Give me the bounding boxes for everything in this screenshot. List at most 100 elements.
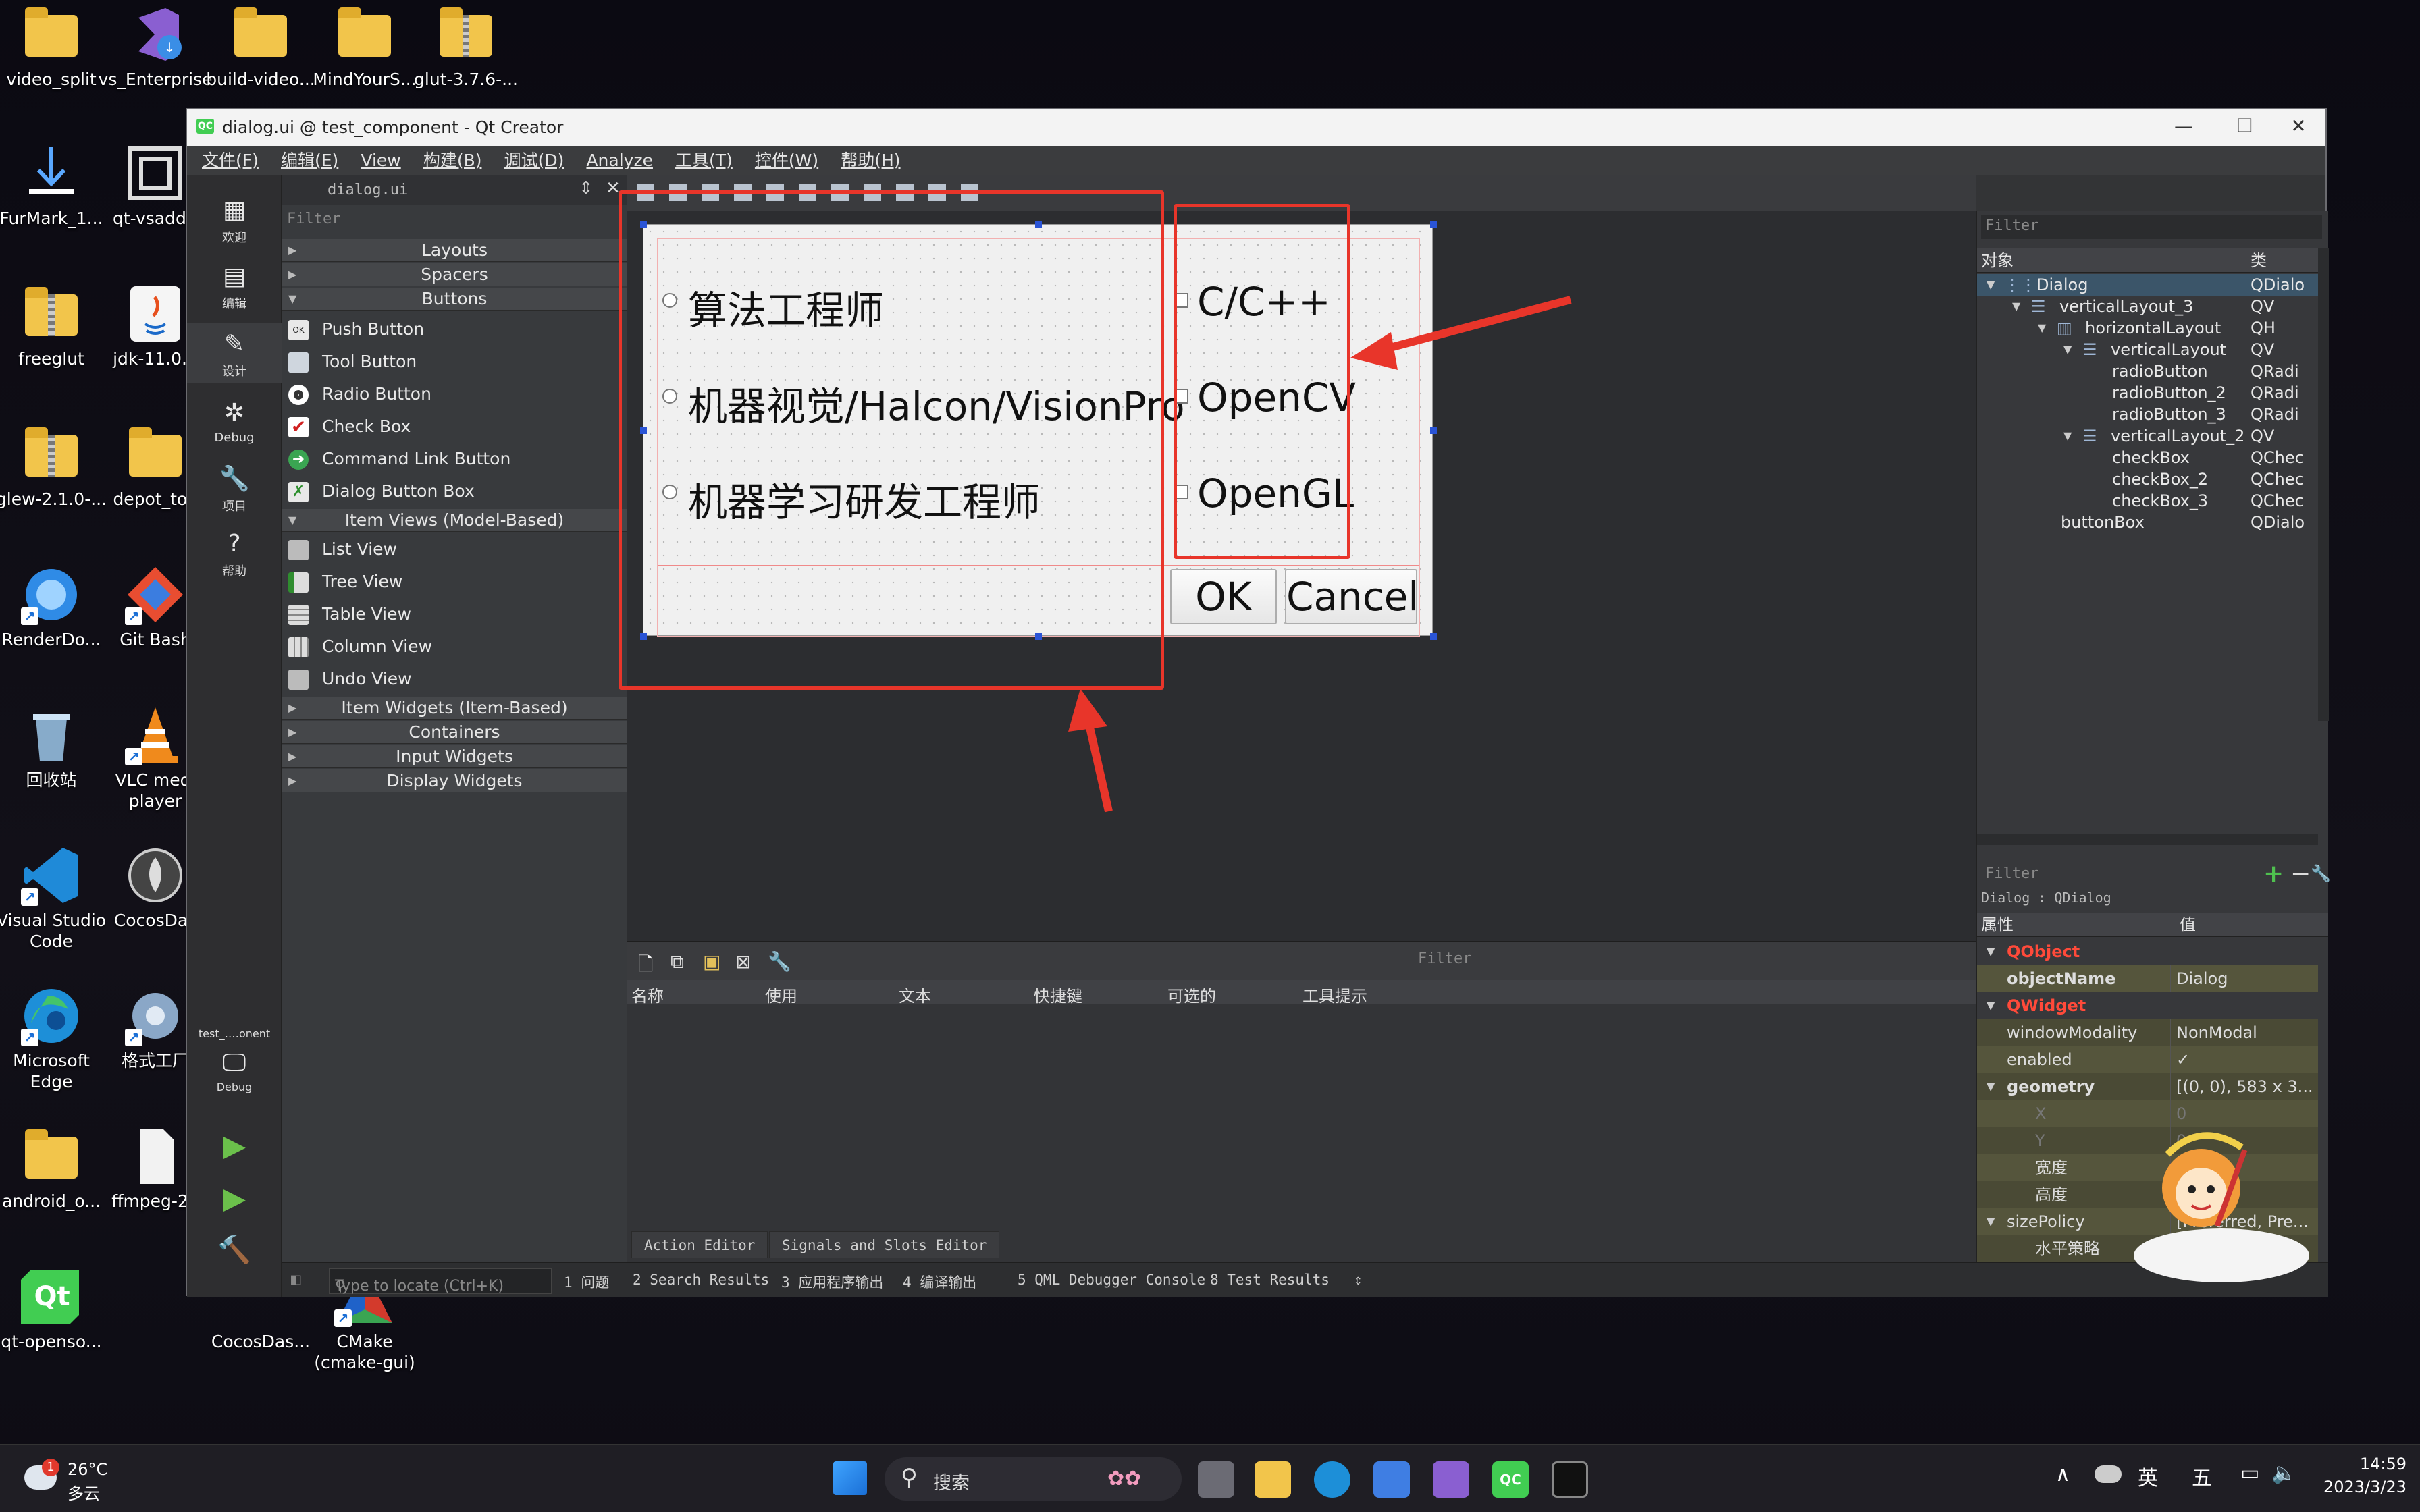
col-checkable[interactable]: 可选的: [1167, 983, 1216, 1006]
tree-row[interactable]: checkBox QChec: [1977, 447, 2318, 468]
category-layouts[interactable]: ▶ Layouts: [282, 239, 627, 262]
property-row[interactable]: objectName Dialog: [1977, 965, 2318, 992]
new-action-icon[interactable]: 🗋: [638, 950, 654, 983]
task-view-icon[interactable]: [1198, 1461, 1234, 1498]
object-filter-input[interactable]: Filter: [1981, 215, 2322, 239]
pane-issues[interactable]: 1 问题: [564, 1272, 609, 1292]
col-shortcut[interactable]: 快捷键: [1034, 983, 1082, 1006]
tree-row[interactable]: ▼ ☰ verticalLayout_3 QV: [1977, 296, 2318, 317]
close-button[interactable]: ✕: [2278, 115, 2319, 140]
build-button[interactable]: 🔨: [187, 1234, 282, 1266]
title-bar[interactable]: QC dialog.ui @ test_component - Qt Creat…: [187, 109, 2325, 146]
sidebar-toggle-icon[interactable]: ◧: [291, 1270, 300, 1289]
terminal-icon[interactable]: [1552, 1461, 1588, 1498]
col-used[interactable]: 使用: [765, 983, 797, 1006]
widget-filter-input[interactable]: Filter: [287, 211, 340, 227]
menu-file[interactable]: 文件(F): [192, 146, 268, 176]
mode-welcome[interactable]: ▦ 欢迎: [187, 196, 282, 246]
property-group-qwidget[interactable]: ▼ QWidget: [1977, 992, 2318, 1019]
pane-compile-output[interactable]: 4 编译输出: [903, 1272, 976, 1292]
widget-push-button[interactable]: OK Push Button: [282, 313, 627, 346]
paste-icon[interactable]: ▣: [703, 950, 720, 973]
chevron-up-icon[interactable]: ∧: [2055, 1463, 2070, 1486]
mode-debug[interactable]: ✲ Debug: [187, 398, 282, 445]
menu-build[interactable]: 构建(B): [414, 146, 492, 176]
ime-indicator[interactable]: 英: [2138, 1461, 2158, 1491]
category-containers[interactable]: ▶ Containers: [282, 721, 627, 744]
mode-help[interactable]: ? 帮助: [187, 529, 282, 579]
col-name[interactable]: 名称: [631, 983, 664, 1006]
resize-handle[interactable]: [1430, 221, 1437, 228]
widget-column-view[interactable]: Column View: [282, 630, 627, 663]
start-button[interactable]: [833, 1461, 867, 1495]
delete-icon[interactable]: ⊠: [735, 950, 751, 973]
tab-signals-slots[interactable]: Signals and Slots Editor: [769, 1231, 1000, 1258]
tree-row[interactable]: checkBox_3 QChec: [1977, 490, 2318, 512]
tree-row[interactable]: ▼ ⋮⋮ Dialog QDialo: [1977, 274, 2318, 296]
property-row[interactable]: windowModality NonModal: [1977, 1019, 2318, 1046]
property-filter-input[interactable]: Filter: [1981, 863, 2238, 887]
weather-widget[interactable]: 1 26°C 多云: [24, 1459, 132, 1503]
network-icon[interactable]: ▭: [2240, 1461, 2259, 1485]
property-row[interactable]: ▼ geometry [(0, 0), 583 x 3...: [1977, 1073, 2318, 1100]
menu-analyze[interactable]: Analyze: [577, 146, 662, 176]
copy-icon[interactable]: ⧉: [670, 950, 684, 973]
widget-radio-button[interactable]: Radio Button: [282, 378, 627, 410]
widget-table-view[interactable]: Table View: [282, 598, 627, 630]
remove-property-icon[interactable]: −: [2290, 860, 2311, 888]
menu-debug[interactable]: 调试(D): [495, 146, 574, 176]
more-panes-icon[interactable]: ⇕: [1354, 1272, 1363, 1288]
mode-design[interactable]: ✎ 设计: [187, 323, 282, 383]
col-text[interactable]: 文本: [899, 983, 931, 1006]
volume-icon[interactable]: 🔈: [2271, 1461, 2296, 1485]
widget-tool-button[interactable]: Tool Button: [282, 346, 627, 378]
clock-date[interactable]: 2023/3/23: [2312, 1478, 2406, 1496]
tree-row[interactable]: buttonBox QDialo: [1977, 512, 2318, 533]
desktop-icon-glut[interactable]: glut-3.7.6-...: [405, 4, 527, 90]
widget-check-box[interactable]: ✔ Check Box: [282, 410, 627, 443]
onedrive-cloud-icon[interactable]: [2095, 1465, 2122, 1483]
vertical-scrollbar[interactable]: [2318, 248, 2329, 721]
menu-widgets[interactable]: 控件(W): [745, 146, 828, 176]
category-input-widgets[interactable]: ▶ Input Widgets: [282, 745, 627, 768]
widget-undo-view[interactable]: Undo View: [282, 663, 627, 695]
maximize-button[interactable]: ☐: [2224, 115, 2265, 140]
qt-creator-taskbar-icon[interactable]: QC: [1492, 1461, 1529, 1498]
tree-row[interactable]: ▼ ▥ horizontalLayout QH: [1977, 317, 2318, 339]
minimize-button[interactable]: —: [2163, 115, 2204, 140]
category-spacers[interactable]: ▶ Spacers: [282, 263, 627, 286]
taskbar-search[interactable]: ⚲ 搜索 ✿✿: [885, 1457, 1182, 1501]
open-file-name[interactable]: dialog.ui: [327, 182, 408, 198]
debug-run-button[interactable]: ▶: [187, 1181, 282, 1216]
category-buttons[interactable]: ▼ Buttons: [282, 288, 627, 310]
run-button[interactable]: ▶: [187, 1129, 282, 1163]
pane-qml-debugger[interactable]: 5 QML Debugger Console: [1018, 1272, 1205, 1288]
pane-test-results[interactable]: 8 Test Results: [1210, 1272, 1330, 1288]
widget-command-link-button[interactable]: ➜ Command Link Button: [282, 443, 627, 475]
desktop-icon-build-video[interactable]: build-video...: [200, 4, 321, 90]
visual-studio-icon[interactable]: [1433, 1461, 1469, 1498]
tree-row[interactable]: checkBox_2 QChec: [1977, 468, 2318, 490]
action-filter-input[interactable]: Filter: [1411, 950, 1976, 975]
category-item-views[interactable]: ▼ Item Views (Model-Based): [282, 509, 627, 532]
configure-icon[interactable]: 🔧: [768, 950, 791, 973]
menu-edit[interactable]: 编辑(E): [271, 146, 348, 176]
tab-action-editor[interactable]: Action Editor: [631, 1231, 768, 1258]
file-explorer-icon[interactable]: [1255, 1461, 1291, 1498]
col-tooltip[interactable]: 工具提示: [1303, 983, 1367, 1006]
store-icon[interactable]: [1373, 1461, 1410, 1498]
mode-edit[interactable]: ▤ 编辑: [187, 262, 282, 312]
ime-mode[interactable]: 五: [2192, 1461, 2212, 1491]
document-dropdown-icon[interactable]: ⇕: [579, 178, 594, 198]
configure-icon[interactable]: 🔧: [2311, 864, 2331, 883]
tree-row[interactable]: radioButton QRadi: [1977, 360, 2318, 382]
category-display-widgets[interactable]: ▶ Display Widgets: [282, 770, 627, 792]
widget-dialog-button-box[interactable]: ✗ Dialog Button Box: [282, 475, 627, 508]
menu-help[interactable]: 帮助(H): [831, 146, 910, 176]
tree-row[interactable]: ▼ ☰ verticalLayout_2 QV: [1977, 425, 2318, 447]
tree-row[interactable]: radioButton_3 QRadi: [1977, 404, 2318, 425]
tree-row[interactable]: radioButton_2 QRadi: [1977, 382, 2318, 404]
desktop-icon-qt-opensource[interactable]: Qt qt-openso...: [0, 1266, 112, 1352]
property-row[interactable]: enabled ✓: [1977, 1046, 2318, 1073]
tree-row[interactable]: ▼ ☰ verticalLayout QV: [1977, 339, 2318, 360]
